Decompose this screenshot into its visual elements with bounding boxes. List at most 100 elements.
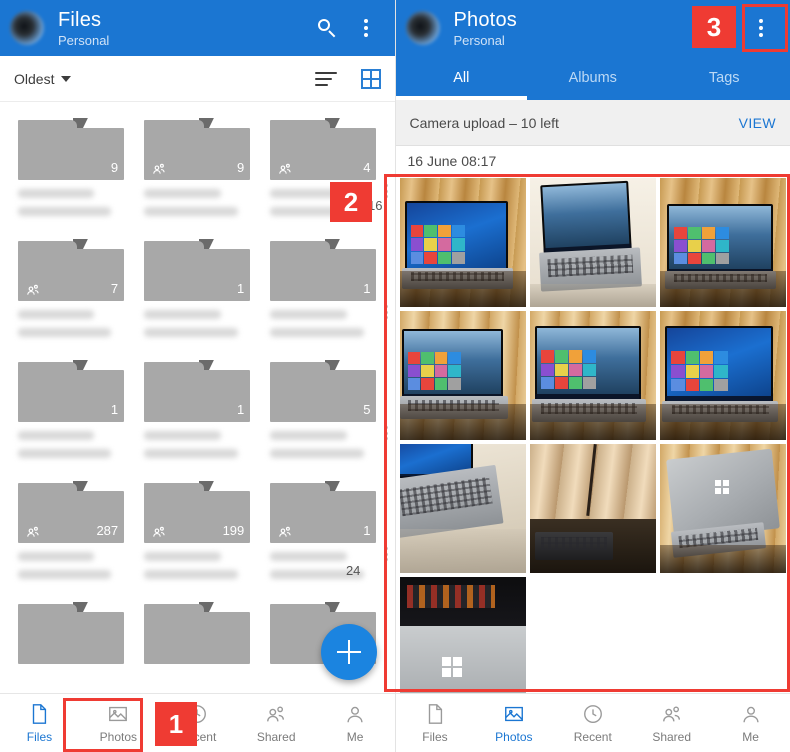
photo-thumbnail[interactable] (397, 442, 528, 575)
folder-icon: 199 (144, 481, 251, 543)
folder-overflow-icon[interactable] (385, 184, 389, 198)
grid-view-icon[interactable] (360, 68, 381, 89)
photos-overflow-button[interactable] (742, 9, 780, 47)
files-search-button[interactable] (309, 9, 347, 47)
nav-item-photos[interactable]: Photos (79, 694, 158, 752)
list-view-icon[interactable] (314, 71, 337, 86)
nav-item-me[interactable]: Me (316, 694, 395, 752)
photos-tabs: All Albums Tags (395, 56, 790, 100)
folder-icon: 7 (18, 239, 125, 301)
sort-dropdown[interactable]: Oldest (14, 71, 72, 87)
folder-overflow-icon[interactable] (385, 547, 389, 561)
annotation-badge-2: 2 (330, 182, 372, 222)
files-panel: Files Personal Oldest 994201671111528719… (0, 0, 396, 752)
photo-thumbnail[interactable] (657, 309, 788, 442)
files-overflow-button[interactable] (347, 9, 385, 47)
photos-panel: Photos Personal All Albums Tags Camera upl… (395, 0, 790, 752)
folder-item-count: 1 (363, 281, 371, 296)
folder-body: 1 (144, 370, 251, 422)
screenshot-root: Files Personal Oldest 994201671111528719… (0, 0, 790, 752)
annotation-badge-3: 3 (692, 6, 736, 48)
photo-thumbnail[interactable] (527, 309, 658, 442)
folder-body: 1 (270, 249, 377, 301)
photo-icon (107, 703, 129, 725)
photo-thumbnail[interactable] (527, 442, 658, 575)
nav-item-label: Recent (573, 729, 612, 744)
nav-item-shared[interactable]: Shared (632, 694, 711, 752)
folder-icon: 1 (270, 481, 377, 543)
annotation-badge-1: 1 (155, 702, 197, 746)
nav-item-files[interactable]: Files (0, 694, 79, 752)
folder-tile[interactable]: 199 (134, 475, 260, 596)
photo-thumbnail[interactable] (397, 309, 528, 442)
photo-thumbnail[interactable] (397, 575, 528, 708)
photos-titles: Photos Personal (454, 10, 705, 47)
camera-upload-banner: Camera upload – 10 left VIEW (395, 100, 790, 146)
folder-name-text (144, 189, 221, 198)
folder-icon (144, 602, 251, 664)
folder-item-count: 1 (110, 402, 119, 417)
tab-all[interactable]: All (395, 56, 528, 100)
folder-icon: 1 (18, 360, 125, 422)
folder-tile[interactable]: 1 24 (260, 475, 389, 596)
folder-date-text (144, 570, 238, 579)
folder-date-text (18, 449, 112, 458)
folder-name-text (18, 552, 95, 561)
folder-name-text (270, 552, 347, 561)
folder-item-count: 1 (237, 402, 245, 417)
photo-grid (395, 174, 790, 710)
photos-date-header: 16 June 08:17 (395, 146, 790, 174)
nav-item-me[interactable]: Me (711, 694, 790, 752)
folder-tile[interactable]: 1 (260, 233, 389, 354)
folder-tile[interactable]: 9 (8, 112, 134, 233)
folder-overflow-icon[interactable] (385, 426, 389, 440)
folder-body: 287 (18, 491, 125, 543)
add-button[interactable] (320, 624, 377, 680)
photo-image (529, 444, 656, 573)
photo-thumbnail[interactable] (657, 442, 788, 575)
folder-date-text (144, 207, 238, 216)
folder-icon: 1 (144, 360, 251, 422)
folder-label (144, 431, 250, 458)
nav-item-recent[interactable]: Recent (553, 694, 632, 752)
folder-body (18, 612, 125, 664)
folder-tile[interactable]: 287 (8, 475, 134, 596)
shared-people-icon (24, 283, 42, 297)
nav-item-photos[interactable]: Photos (474, 694, 553, 752)
shared-people-icon (24, 525, 42, 539)
folder-tile[interactable]: 1 (134, 354, 260, 475)
folder-tile[interactable]: 1 (8, 354, 134, 475)
folder-name-text (18, 189, 95, 198)
folder-body: 4 (270, 128, 377, 180)
folder-overflow-icon[interactable] (385, 305, 389, 319)
chevron-down-icon (61, 75, 72, 82)
more-vertical-icon (363, 19, 368, 37)
page-title: Photos (453, 8, 517, 31)
photos-bottom-nav: Files Photos Recent Shared Me (395, 693, 790, 752)
folder-tile[interactable]: 9 (134, 112, 260, 233)
avatar[interactable] (10, 11, 44, 45)
folder-tile[interactable]: 7 (8, 233, 134, 354)
camera-upload-view-button[interactable]: VIEW (739, 115, 776, 131)
avatar[interactable] (405, 11, 440, 45)
folder-label (270, 552, 376, 579)
people-icon (265, 703, 287, 725)
photo-thumbnail[interactable] (527, 176, 658, 309)
photo-thumbnail[interactable] (397, 176, 528, 309)
people-icon (661, 703, 683, 725)
folder-label (144, 552, 250, 579)
folder-tile[interactable]: 1 (134, 233, 260, 354)
tab-albums[interactable]: Albums (527, 56, 659, 100)
folder-item-count: 1 (363, 523, 371, 538)
nav-item-files[interactable]: Files (396, 694, 475, 752)
nav-item-label: Files (422, 729, 448, 744)
folder-tile[interactable]: 5 (260, 354, 389, 475)
photo-thumbnail[interactable] (657, 176, 788, 309)
clock-icon (582, 703, 604, 725)
photo-image (399, 444, 526, 573)
folder-name-text (144, 310, 221, 319)
folder-body: 1 (144, 249, 251, 301)
tab-tags[interactable]: Tags (659, 56, 790, 100)
nav-item-shared[interactable]: Shared (237, 694, 316, 752)
nav-item-label: Me (346, 729, 364, 744)
